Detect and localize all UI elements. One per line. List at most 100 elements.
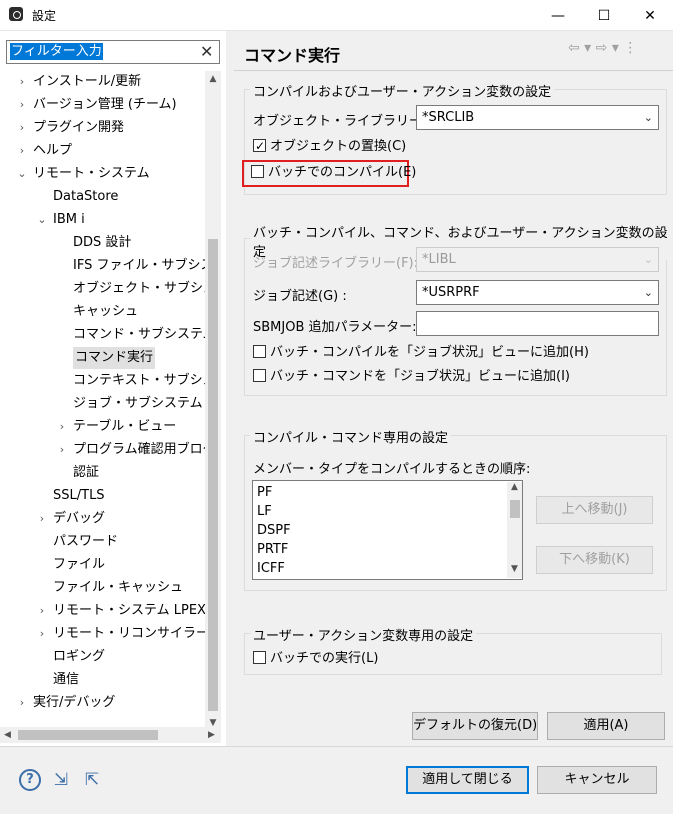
tree-item-label: プログラム確認用ブログ <box>73 442 205 457</box>
list-item[interactable]: PF <box>257 483 272 503</box>
minimize-button[interactable]: — <box>535 0 581 31</box>
replace-object-checkbox[interactable]: オブジェクトの置換(C) <box>253 136 406 157</box>
maximize-button[interactable]: ☐ <box>581 0 627 31</box>
chevron-right-icon[interactable]: › <box>17 692 27 714</box>
scroll-up-arrow-icon[interactable]: ▲ <box>205 71 221 87</box>
tree-item[interactable]: › デバッグ <box>40 508 105 530</box>
list-item[interactable]: LF <box>257 502 272 522</box>
tree-item-label: リモート・リコンサイラー <box>53 626 205 641</box>
tree-item[interactable]: › リモート・リコンサイラー <box>40 623 205 645</box>
tree-item[interactable]: SSL/TLS <box>53 485 105 507</box>
filter-input[interactable]: フィルター入力 ✕ <box>6 40 220 64</box>
tree-item[interactable]: › テーブル・ビュー <box>60 416 176 438</box>
tree-item[interactable]: キャッシュ <box>73 301 138 323</box>
tree-item-label: ファイル <box>53 557 106 572</box>
tree-item[interactable]: ⌄ IBM i <box>37 209 85 231</box>
tree-item[interactable]: DDS 設計 <box>73 232 131 254</box>
chevron-right-icon[interactable]: › <box>37 600 47 622</box>
apply-button[interactable]: 適用(A) <box>547 712 665 740</box>
add-batch-command-label: バッチ・コマンドを「ジョブ状況」ビューに追加(I) <box>270 369 570 384</box>
checkbox-icon <box>253 345 266 358</box>
list-item[interactable]: PRTF <box>257 540 288 560</box>
tree-item-label: IBM i <box>53 212 85 227</box>
tree-item[interactable]: オブジェクト・サブシステ <box>73 278 205 300</box>
tree-item[interactable]: ファイル <box>53 554 105 576</box>
cancel-button[interactable]: キャンセル <box>537 766 657 794</box>
sbmjob-parameters-input[interactable] <box>416 311 659 336</box>
close-button[interactable]: ✕ <box>627 0 673 31</box>
chevron-down-icon[interactable]: ⌄ <box>17 163 27 185</box>
title-bar: 設定 — ☐ ✕ <box>0 0 673 31</box>
checkbox-checked-icon <box>253 136 266 156</box>
scrollbar-thumb[interactable] <box>510 500 520 518</box>
tree-item[interactable]: コマンド・サブシステム <box>73 324 205 346</box>
tree-item[interactable]: ロギング <box>53 646 105 668</box>
app-icon <box>9 7 23 21</box>
clear-filter-icon[interactable]: ✕ <box>200 42 213 61</box>
scroll-left-arrow-icon[interactable]: ◀ <box>4 727 11 743</box>
chevron-right-icon[interactable]: › <box>17 117 27 139</box>
scroll-up-arrow-icon[interactable]: ▲ <box>507 482 522 492</box>
tree-item[interactable]: ファイル・キャッシュ <box>53 577 183 599</box>
import-icon[interactable]: ⇲ <box>50 769 72 791</box>
scrollbar-thumb[interactable] <box>208 239 218 711</box>
tree-item-label: オブジェクト・サブシステ <box>73 281 205 296</box>
list-item[interactable]: DSPF <box>257 521 291 541</box>
tree-item-label: 通信 <box>53 672 80 687</box>
tree-item-label: コンテキスト・サブシステ <box>73 373 205 388</box>
object-library-combo[interactable]: *SRCLIB ⌄ <box>416 105 659 130</box>
tree-item-label: IFS ファイル・サブシステ <box>73 258 205 273</box>
list-item[interactable]: ICFF <box>257 559 285 579</box>
help-icon[interactable]: ? <box>19 769 41 791</box>
tree-item[interactable]: ジョブ・サブシステム <box>73 393 203 415</box>
chevron-down-icon[interactable]: ⌄ <box>37 209 47 231</box>
tree-horizontal-scrollbar[interactable]: ◀ ▶ <box>0 727 221 743</box>
export-icon[interactable]: ⇱ <box>81 769 103 791</box>
batch-run-checkbox[interactable]: バッチでの実行(L) <box>253 649 378 669</box>
scroll-right-arrow-icon[interactable]: ▶ <box>208 727 215 743</box>
apply-and-close-button[interactable]: 適用して閉じる <box>406 766 529 794</box>
tree-item-label: キャッシュ <box>73 304 139 319</box>
tree-item[interactable]: › 実行/デバッグ <box>20 692 116 714</box>
tree-item-label: バージョン管理 (チーム) <box>33 97 177 112</box>
chevron-right-icon[interactable]: › <box>17 94 27 116</box>
tree-item[interactable]: › リモート・システム LPEX エ <box>40 600 205 622</box>
chevron-right-icon[interactable]: › <box>17 71 27 93</box>
batch-run-label: バッチでの実行(L) <box>270 651 379 666</box>
tree-item[interactable]: › バージョン管理 (チーム) <box>20 94 177 116</box>
batch-compile-checkbox[interactable]: バッチでのコンパイル(E) <box>251 163 416 183</box>
chevron-right-icon[interactable]: › <box>37 508 47 530</box>
chevron-right-icon[interactable]: › <box>37 623 47 645</box>
tree-item[interactable]: › プログラム確認用ブログ <box>60 439 205 461</box>
add-batch-command-checkbox[interactable]: バッチ・コマンドを「ジョブ状況」ビューに追加(I) <box>253 367 570 387</box>
chevron-right-icon[interactable]: › <box>17 140 27 162</box>
tree-item-label: インストール/更新 <box>33 74 142 89</box>
tree-item[interactable]: コマンド実行 <box>73 347 156 369</box>
tree-item[interactable]: コンテキスト・サブシステ <box>73 370 205 392</box>
chevron-right-icon[interactable]: › <box>57 439 67 461</box>
back-forward-menu-icons[interactable]: ⇦ ▾ ⇨ ▾ ⋮ <box>568 40 637 56</box>
pane-splitter[interactable] <box>226 31 234 746</box>
tree-item[interactable]: IFS ファイル・サブシステ <box>73 255 205 277</box>
tree-item[interactable]: › ヘルプ <box>20 140 72 162</box>
tree-item[interactable]: › インストール/更新 <box>20 71 142 93</box>
member-type-list[interactable]: PF LF DSPF PRTF ICFF ▲ ▼ <box>252 480 523 580</box>
tree-item[interactable]: 通信 <box>53 669 79 691</box>
chevron-down-icon: ⌄ <box>643 111 653 124</box>
tree-item[interactable]: 認証 <box>73 462 99 484</box>
scroll-down-arrow-icon[interactable]: ▼ <box>507 564 522 574</box>
scrollbar-thumb[interactable] <box>18 730 158 740</box>
compile-command-legend: コンパイル・コマンド専用の設定 <box>250 427 452 446</box>
move-up-button[interactable]: 上へ移動(J) <box>536 496 653 524</box>
tree-vertical-scrollbar[interactable]: ▲ ▼ <box>205 71 221 731</box>
chevron-right-icon[interactable]: › <box>57 416 67 438</box>
jobd-combo[interactable]: *USRPRF ⌄ <box>416 280 659 305</box>
list-scrollbar[interactable]: ▲ ▼ <box>507 482 522 578</box>
add-batch-compile-checkbox[interactable]: バッチ・コンパイルを「ジョブ状況」ビューに追加(H) <box>253 343 589 363</box>
tree-item[interactable]: DataStore <box>53 186 118 208</box>
move-down-button[interactable]: 下へ移動(K) <box>536 546 653 574</box>
tree-item[interactable]: › プラグイン開発 <box>20 117 124 139</box>
tree-item[interactable]: パスワード <box>53 531 118 553</box>
tree-item[interactable]: ⌄ リモート・システム <box>17 163 149 185</box>
restore-defaults-button[interactable]: デフォルトの復元(D) <box>412 712 538 740</box>
